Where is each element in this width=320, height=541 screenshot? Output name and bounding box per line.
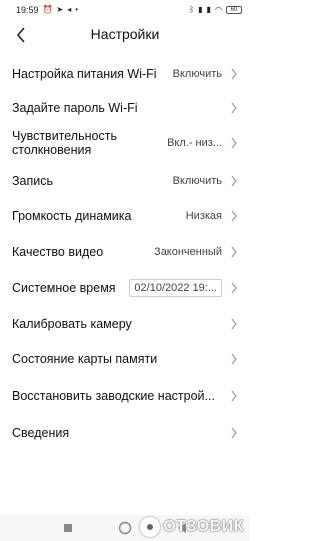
chevron-left-icon bbox=[16, 27, 25, 43]
setting-value: Включить bbox=[172, 175, 222, 187]
setting-label: Состояние карты памяти bbox=[12, 352, 158, 366]
setting-row-calibrate-camera[interactable]: Калибровать камеру bbox=[0, 306, 250, 342]
setting-label: Калибровать камеру bbox=[12, 317, 132, 331]
battery-level: 60 bbox=[230, 7, 238, 13]
chevron-right-icon bbox=[231, 353, 237, 365]
header: Настройки bbox=[0, 20, 250, 50]
chevron-right-icon bbox=[231, 102, 237, 114]
setting-row-wifi-power[interactable]: Настройка питания Wi-Fi Включить bbox=[0, 54, 250, 94]
setting-row-speaker-volume[interactable]: Громкость динамика Низкая bbox=[0, 198, 250, 234]
setting-label: Настройка питания Wi-Fi bbox=[12, 67, 157, 81]
page-title: Настройки bbox=[90, 26, 160, 42]
wifi-icon: ◠ bbox=[215, 5, 222, 14]
setting-value: Включить bbox=[172, 68, 222, 80]
alarm-icon: ⏰ bbox=[42, 5, 53, 14]
location-icon: ◂ bbox=[67, 5, 72, 14]
chevron-right-icon bbox=[231, 318, 237, 330]
setting-row-video-quality[interactable]: Качество видео Законченный bbox=[0, 234, 250, 270]
battery-icon: 60 bbox=[226, 6, 242, 14]
watermark-text: ОТЗОВИК bbox=[163, 518, 244, 535]
watermark: ОТЗОВИК bbox=[140, 517, 244, 537]
chevron-right-icon bbox=[231, 282, 237, 294]
chevron-right-icon bbox=[231, 175, 237, 187]
setting-label: Громкость динамика bbox=[12, 209, 132, 223]
signal-icon: ▮ bbox=[198, 5, 203, 14]
back-button[interactable] bbox=[10, 23, 32, 47]
watermark-eye-icon bbox=[140, 517, 161, 537]
status-left: 19:59 ⏰ ➤ ◂ • bbox=[16, 5, 78, 15]
setting-row-collision-sensitivity[interactable]: Чувствительность столкновения Вкл.- низ.… bbox=[0, 122, 250, 164]
setting-row-wifi-password[interactable]: Задайте пароль Wi-Fi bbox=[0, 94, 250, 122]
status-bar: 19:59 ⏰ ➤ ◂ • ᛒ ▮ ▮ ◠ 60 bbox=[0, 0, 250, 20]
setting-label: Сведения bbox=[12, 426, 70, 440]
telegram-icon: ➤ bbox=[56, 5, 64, 14]
setting-row-info[interactable]: Сведения bbox=[0, 416, 250, 450]
more-notifications-icon: • bbox=[75, 5, 79, 14]
setting-row-factory-reset[interactable]: Восстановить заводские настрой... bbox=[0, 376, 250, 416]
setting-row-system-time[interactable]: Системное время 02/10/2022 19:... bbox=[0, 270, 250, 306]
chevron-right-icon bbox=[231, 427, 237, 439]
setting-label: Системное время bbox=[12, 281, 116, 295]
setting-value: 02/10/2022 19:... bbox=[129, 279, 222, 297]
setting-row-memory-card[interactable]: Состояние карты памяти bbox=[0, 342, 250, 376]
setting-label: Запись bbox=[12, 174, 54, 188]
recents-button[interactable] bbox=[58, 518, 78, 538]
bluetooth-icon: ᛒ bbox=[189, 5, 195, 14]
setting-value: Низкая bbox=[185, 210, 222, 222]
setting-value: Законченный bbox=[154, 246, 222, 258]
setting-label: Качество видео bbox=[12, 245, 104, 259]
chevron-right-icon bbox=[231, 137, 237, 149]
chevron-right-icon bbox=[231, 390, 237, 402]
chevron-right-icon bbox=[231, 210, 237, 222]
setting-row-recording[interactable]: Запись Включить bbox=[0, 164, 250, 198]
setting-label: Восстановить заводские настрой... bbox=[12, 389, 215, 403]
circle-icon bbox=[118, 521, 132, 535]
setting-label: Задайте пароль Wi-Fi bbox=[12, 101, 138, 115]
status-right: ᛒ ▮ ▮ ◠ 60 bbox=[189, 6, 242, 14]
home-button[interactable] bbox=[115, 518, 135, 538]
chevron-right-icon bbox=[231, 246, 237, 258]
signal-2-icon: ▮ bbox=[206, 5, 212, 14]
setting-label: Чувствительность столкновения bbox=[12, 129, 117, 157]
status-time: 19:59 bbox=[16, 5, 39, 15]
chevron-right-icon bbox=[231, 68, 237, 80]
settings-list: Настройка питания Wi-Fi Включить Задайте… bbox=[0, 54, 250, 450]
setting-value: Вкл.- низ... bbox=[167, 137, 222, 149]
square-icon bbox=[64, 524, 73, 532]
